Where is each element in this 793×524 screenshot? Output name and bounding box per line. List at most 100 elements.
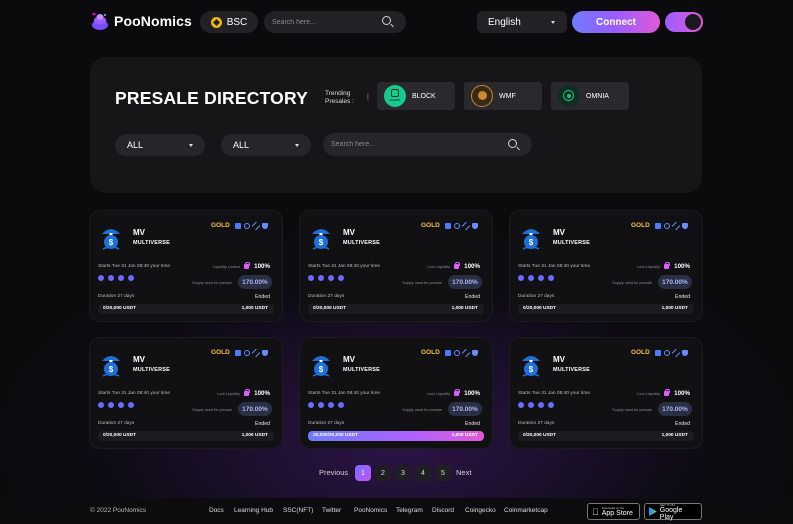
filter-value: ALL	[127, 140, 144, 150]
trending-card-wmf[interactable]: WMF	[464, 82, 542, 110]
presale-card[interactable]: $ MV MULTIVERSE GOLD Starts Tue 31 Jan 0…	[510, 211, 702, 321]
footer-link-docs[interactable]: Docs	[209, 507, 224, 514]
twitter-icon[interactable]	[118, 402, 124, 408]
twitter-icon[interactable]	[118, 275, 124, 281]
discord-icon[interactable]	[338, 275, 344, 281]
header-search-input[interactable]	[272, 11, 386, 33]
footer-link-coingecko[interactable]: Coingecko	[465, 507, 496, 514]
presale-card[interactable]: $ MV MULTIVERSE GOLD Starts Tue 31 Jan 0…	[90, 338, 282, 448]
presale-card[interactable]: $ MV MULTIVERSE GOLD Starts Tue 31 Jan 0…	[300, 211, 492, 321]
raised-amount: 0/20,000 USDT	[103, 306, 137, 311]
page-3-button[interactable]: 3	[395, 465, 411, 481]
safu-icon	[461, 221, 471, 231]
project-symbol: MV	[343, 355, 355, 364]
kyc-icon	[244, 350, 250, 356]
discord-icon[interactable]	[128, 275, 134, 281]
telegram-icon[interactable]	[108, 402, 114, 408]
website-icon[interactable]	[308, 275, 314, 281]
presale-directory-panel: PRESALE DIRECTORY Trending Presales : | …	[90, 57, 702, 193]
language-select[interactable]: English	[477, 11, 567, 33]
theme-toggle[interactable]	[665, 12, 703, 32]
project-name: MULTIVERSE	[553, 240, 591, 246]
connect-wallet-button[interactable]: Connect	[572, 11, 660, 33]
twitter-icon[interactable]	[328, 275, 334, 281]
supply-value-badge: 170.00%	[448, 402, 482, 416]
website-icon[interactable]	[518, 402, 524, 408]
page-4-button[interactable]: 4	[415, 465, 431, 481]
presale-card[interactable]: $ MV MULTIVERSE GOLD Starts Tue 31 Jan 0…	[300, 338, 492, 448]
presale-card[interactable]: $ MV MULTIVERSE GOLD Starts Tue 31 Jan 0…	[90, 211, 282, 321]
start-time: Starts Tue 31 Jan 08:40 your time	[98, 391, 170, 396]
footer-link-ssc-nft[interactable]: SSC(NFT)	[283, 507, 313, 514]
discord-icon[interactable]	[548, 275, 554, 281]
project-avatar-icon: $	[522, 229, 540, 250]
twitter-icon[interactable]	[538, 402, 544, 408]
status-text: Ended	[254, 294, 270, 300]
filter-select-1[interactable]: ALL	[115, 134, 205, 156]
previous-page-link[interactable]: Previous	[319, 468, 348, 477]
search-icon[interactable]	[508, 139, 517, 148]
liquidity-lock-label: Lock Liquidity	[636, 392, 660, 396]
footer-link-coinmarketcap[interactable]: Coinmarketcap	[504, 507, 548, 514]
progress-bar: 0/20,000 USDT 1,000 USDT	[308, 304, 484, 314]
website-icon[interactable]	[98, 275, 104, 281]
trending-name: OMNIA	[586, 92, 609, 100]
telegram-icon[interactable]	[318, 402, 324, 408]
website-icon[interactable]	[98, 402, 104, 408]
brand-logo[interactable]: PooNomics	[90, 11, 192, 31]
supply-value-badge: 170.00%	[448, 275, 482, 289]
page-2-button[interactable]: 2	[375, 465, 391, 481]
page-5-button[interactable]: 5	[435, 465, 451, 481]
header-search	[264, 11, 406, 33]
chain-selector-button[interactable]: BSC	[200, 11, 258, 33]
trending-card-block[interactable]: BLOCK BLOCK	[377, 82, 455, 110]
website-icon[interactable]	[308, 402, 314, 408]
search-icon[interactable]	[382, 16, 391, 25]
next-page-link[interactable]: Next	[456, 468, 471, 477]
audit-icon	[655, 223, 661, 229]
twitter-icon[interactable]	[538, 275, 544, 281]
footer-link-learning-hub[interactable]: Learning Hub	[234, 507, 273, 514]
presale-search-input[interactable]	[331, 133, 499, 156]
connect-label: Connect	[596, 16, 636, 28]
telegram-icon[interactable]	[528, 275, 534, 281]
tier-badge: GOLD	[211, 349, 230, 356]
project-name: MULTIVERSE	[343, 240, 381, 246]
duration-text: Duration 27 days	[98, 421, 135, 426]
presale-card[interactable]: $ MV MULTIVERSE GOLD Starts Tue 31 Jan 0…	[510, 338, 702, 448]
discord-icon[interactable]	[128, 402, 134, 408]
filter-select-2[interactable]: ALL	[221, 134, 311, 156]
footer-link-telegram[interactable]: Telegram	[396, 507, 423, 514]
progress-bar: 20,000/20,000 USDT 1,000 USDT	[308, 431, 484, 441]
telegram-icon[interactable]	[318, 275, 324, 281]
twitter-icon[interactable]	[328, 402, 334, 408]
page-1-button[interactable]: 1	[355, 465, 371, 481]
tier-badge: GOLD	[631, 222, 650, 229]
telegram-icon[interactable]	[528, 402, 534, 408]
footer-link-twitter[interactable]: Twitter	[322, 507, 341, 514]
trending-card-omnia[interactable]: OMNIA	[551, 82, 629, 110]
liquidity-lock-label: Liquidity Locked	[212, 265, 240, 269]
app-store-badge[interactable]:  Download on the App Store	[587, 503, 640, 520]
project-symbol: MV	[553, 228, 565, 237]
lock-icon	[664, 389, 670, 396]
telegram-icon[interactable]	[108, 275, 114, 281]
kyc-icon	[244, 223, 250, 229]
status-text: Ended	[464, 294, 480, 300]
footer-link-discord[interactable]: Discord	[432, 507, 454, 514]
footer-link-poonomics[interactable]: PooNomics	[354, 507, 387, 514]
lock-icon	[664, 262, 670, 269]
website-icon[interactable]	[518, 275, 524, 281]
audit-icon	[445, 350, 451, 356]
block-token-icon: BLOCK	[384, 85, 406, 107]
doxx-icon	[262, 350, 268, 356]
supply-label: Supply used for presale	[402, 408, 442, 412]
audit-icon	[235, 350, 241, 356]
discord-icon[interactable]	[338, 402, 344, 408]
google-play-badge[interactable]: GET IT ON Google Play	[644, 503, 702, 521]
discord-icon[interactable]	[548, 402, 554, 408]
status-text: Ended	[254, 421, 270, 427]
audit-icon	[235, 223, 241, 229]
status-text: Ended	[674, 421, 690, 427]
pagination: Previous 1 2 3 4 5 Next	[0, 465, 793, 482]
